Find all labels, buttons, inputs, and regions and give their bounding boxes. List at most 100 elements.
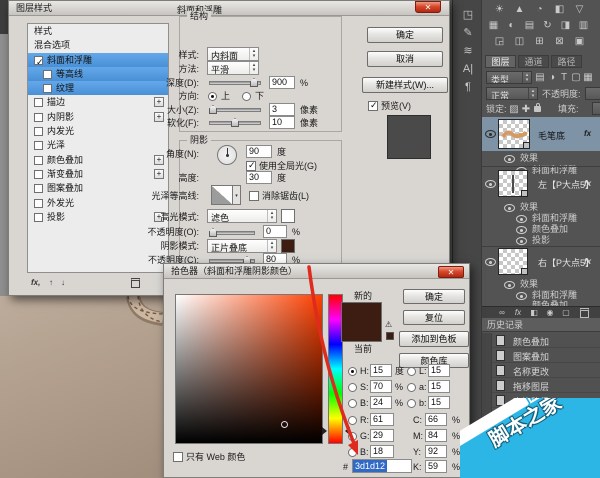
effects-label[interactable]: 效果: [520, 153, 538, 164]
b-brightness-field[interactable]: 24: [370, 396, 392, 409]
fx-menu-icon[interactable]: fx,: [31, 278, 40, 288]
filter-smart-object-icon[interactable]: ▦: [582, 71, 594, 84]
lock-position-icon[interactable]: ✚: [520, 103, 532, 116]
l-field[interactable]: 15: [428, 364, 450, 377]
layer-thumbnail[interactable]: [498, 248, 528, 275]
angle-dial[interactable]: [217, 145, 237, 165]
m-field[interactable]: 84: [425, 429, 447, 442]
cancel-button[interactable]: 取消: [367, 51, 443, 67]
fill-field[interactable]: [592, 102, 600, 115]
tab-layers[interactable]: 图层: [485, 55, 516, 68]
paragraph-panel-icon[interactable]: ¶: [453, 80, 483, 94]
layer-fx-icon[interactable]: fx: [584, 179, 591, 188]
tab-paths[interactable]: 路径: [551, 55, 582, 68]
effect-eye-icon[interactable]: [516, 292, 527, 300]
black-white-adjustment-icon[interactable]: ▤: [522, 19, 537, 32]
posterize-adjustment-icon[interactable]: ◫: [512, 35, 527, 48]
selective-color-adjustment-icon[interactable]: ▣: [572, 35, 587, 48]
r-radio[interactable]: [348, 416, 357, 425]
gloss-contour-thumbnail[interactable]: [211, 185, 233, 205]
styles-list-item[interactable]: 样式: [28, 24, 168, 38]
exposure-adjustment-icon[interactable]: ◧: [552, 3, 567, 16]
layer-fx-icon[interactable]: fx: [584, 257, 591, 266]
checkbox[interactable]: [34, 184, 43, 193]
collapse-panel-icon[interactable]: ◳: [453, 8, 483, 22]
effects-eye-icon[interactable]: [504, 204, 515, 212]
checkbox[interactable]: [43, 70, 52, 79]
checkbox[interactable]: [34, 156, 43, 165]
invert-adjustment-icon[interactable]: ◲: [492, 35, 507, 48]
filter-shape-icon[interactable]: ▢: [570, 71, 582, 84]
history-item[interactable]: 启用图层效果: [482, 438, 600, 453]
history-item[interactable]: 图案叠加: [482, 348, 600, 363]
filter-type-icon[interactable]: T: [558, 71, 570, 84]
web-colors-checkbox[interactable]: [173, 452, 183, 462]
technique-dropdown[interactable]: 平滑▴▾: [207, 61, 259, 75]
highlight-opacity-field[interactable]: 0: [263, 225, 287, 238]
shadow-mode-dropdown[interactable]: 正片叠底▴▾: [207, 239, 277, 253]
color-lookup-adjustment-icon[interactable]: ▥: [576, 19, 591, 32]
opacity-field[interactable]: [585, 87, 600, 100]
h-radio[interactable]: [348, 367, 357, 376]
bevel-style-dropdown[interactable]: 内斜面▴▾: [207, 47, 259, 61]
history-item[interactable]: 拖移图层: [482, 378, 600, 393]
effect-item-label[interactable]: 斜面和浮雕: [532, 213, 577, 224]
preview-checkbox[interactable]: [368, 101, 378, 111]
c-field[interactable]: 66: [425, 413, 447, 426]
highlight-mode-dropdown[interactable]: 滤色▴▾: [207, 209, 277, 223]
layer-visibility-eye-icon[interactable]: [485, 180, 496, 188]
altitude-field[interactable]: 30: [246, 171, 272, 184]
b-blue-radio[interactable]: [348, 448, 357, 457]
add-to-swatches-button[interactable]: 添加到色板: [399, 331, 469, 347]
s-radio[interactable]: [348, 383, 357, 392]
h-field[interactable]: 15: [370, 364, 392, 377]
clone-source-panel-icon[interactable]: ≋: [453, 44, 483, 58]
y-field[interactable]: 92: [425, 445, 447, 458]
new-style-button[interactable]: 新建样式(W)...: [362, 77, 448, 93]
layer-row[interactable]: 右【P大点5】 fx: [482, 247, 600, 277]
history-item[interactable]: 名称更改: [482, 408, 600, 423]
history-item[interactable]: 停用图层效果: [482, 423, 600, 438]
b-blue-field[interactable]: 18: [370, 445, 394, 458]
layer-visibility-eye-icon[interactable]: [485, 258, 496, 266]
size-field[interactable]: 3: [269, 103, 295, 116]
history-tab[interactable]: 历史记录: [487, 320, 523, 331]
filter-pixel-icon[interactable]: ▤: [534, 71, 546, 84]
lab-b-radio[interactable]: [407, 399, 416, 408]
effects-label[interactable]: 效果: [520, 202, 538, 213]
antialias-checkbox[interactable]: [249, 191, 259, 201]
vibrance-adjustment-icon[interactable]: ▽: [572, 3, 587, 16]
layer-name[interactable]: 毛笔底: [538, 129, 565, 142]
gamut-warning-icon[interactable]: ⚠: [385, 320, 392, 330]
effect-item-label[interactable]: 颜色叠加: [532, 224, 568, 235]
layer-visibility-eye-icon[interactable]: [485, 130, 496, 138]
layer-row[interactable]: 左【P大点5】 fx: [482, 169, 600, 199]
a-field[interactable]: 15: [428, 380, 450, 393]
effects-eye-icon[interactable]: [504, 281, 515, 289]
direction-up-radio[interactable]: [208, 92, 217, 101]
checkbox[interactable]: [34, 98, 43, 107]
checkbox[interactable]: [34, 113, 43, 122]
close-icon[interactable]: ✕: [438, 266, 464, 278]
checkbox[interactable]: [43, 84, 52, 93]
effects-label[interactable]: 效果: [520, 279, 538, 290]
history-item[interactable]: 名称更改: [482, 363, 600, 378]
angle-field[interactable]: 90: [246, 145, 272, 158]
styles-list-item[interactable]: 渐变叠加+: [28, 167, 168, 181]
history-item[interactable]: 颜色叠加: [482, 333, 600, 348]
shadow-color-swatch[interactable]: [281, 239, 295, 253]
effect-eye-icon[interactable]: [516, 215, 527, 223]
layer-row-selected[interactable]: 毛笔底 fx: [482, 117, 600, 151]
blend-mode-dropdown[interactable]: 正常▴▾: [486, 87, 538, 100]
s-field[interactable]: 70: [370, 380, 392, 393]
history-item[interactable]: 变换路径: [482, 393, 600, 408]
checkbox[interactable]: [34, 199, 43, 208]
g-field[interactable]: 29: [370, 429, 394, 442]
brush-panel-icon[interactable]: ✎: [453, 26, 483, 40]
depth-field[interactable]: 900: [269, 76, 295, 89]
channel-mixer-adjustment-icon[interactable]: ◨: [558, 19, 573, 32]
lab-b-field[interactable]: 15: [428, 396, 450, 409]
hex-field[interactable]: 3d1d12: [352, 459, 412, 473]
brightness-adjustment-icon[interactable]: ☀: [492, 3, 507, 16]
k-field[interactable]: 59: [425, 460, 447, 473]
